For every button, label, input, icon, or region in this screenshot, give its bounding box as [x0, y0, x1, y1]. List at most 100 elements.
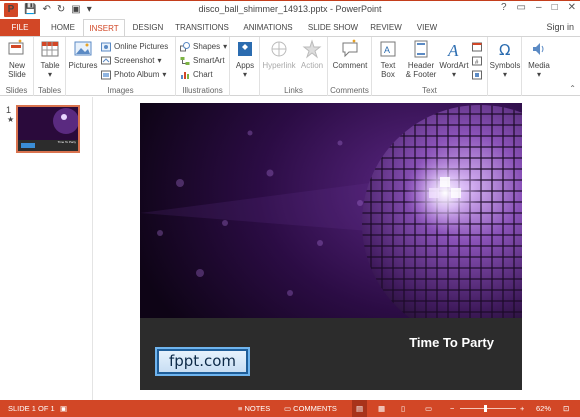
symbols-label: Symbols — [489, 61, 521, 70]
tab-slide-show[interactable]: SLIDE SHOW — [304, 19, 362, 36]
maximize-button[interactable]: □ — [552, 2, 558, 13]
spellcheck-icon[interactable]: ▣ — [60, 400, 67, 417]
slide-show-button[interactable]: ▭ — [425, 400, 432, 417]
wordart-button[interactable]: A WordArt ▾ — [438, 39, 470, 79]
group-links: Hyperlink Action Links — [260, 37, 328, 96]
text-box-icon: A — [380, 41, 396, 57]
comments-icon: ▭ — [284, 404, 294, 413]
hyperlink-button[interactable]: Hyperlink — [262, 39, 296, 70]
screenshot-button[interactable]: Screenshot ▾ — [101, 54, 161, 67]
text-box-label-2: Box — [381, 70, 395, 79]
text-box-label: Text — [380, 61, 396, 70]
fit-slide-button[interactable]: ⊡ — [563, 400, 569, 417]
header-footer-label-2: & Footer — [405, 70, 437, 79]
date-time-button[interactable] — [472, 40, 482, 53]
group-symbols: Ω Symbols ▾ — [488, 37, 522, 96]
action-button[interactable]: Action — [298, 39, 326, 70]
reading-view-button[interactable]: ▯ — [401, 400, 405, 417]
collapse-ribbon-icon[interactable]: ⌃ — [569, 84, 576, 93]
tab-insert[interactable]: INSERT — [83, 19, 125, 37]
tab-file[interactable]: FILE — [0, 19, 40, 36]
tab-view[interactable]: VIEW — [410, 19, 444, 36]
animation-star-icon: ★ — [7, 115, 15, 124]
tab-animations[interactable]: ANIMATIONS — [236, 19, 300, 36]
window-controls: ? ▭ – □ ✕ — [501, 2, 576, 13]
group-slides: New Slide Slides — [0, 37, 34, 96]
slide-count: SLIDE 1 OF 1 — [8, 404, 55, 413]
chart-icon — [181, 71, 189, 79]
header-footer-label: Header — [407, 61, 435, 70]
table-label: Table — [40, 61, 60, 70]
new-slide-button[interactable]: New Slide — [2, 39, 32, 79]
sign-in-link[interactable]: Sign in — [546, 19, 574, 36]
tab-review[interactable]: REVIEW — [366, 19, 406, 36]
group-text: A Text Box Header & Footer A WordArt ▾ # … — [372, 37, 488, 96]
group-media: Media ▾ — [522, 37, 556, 96]
photo-album-button[interactable]: Photo Album ▾ — [101, 68, 166, 81]
object-button[interactable] — [472, 68, 482, 81]
screenshot-icon — [101, 56, 111, 64]
slide-sorter-button[interactable]: ▦ — [378, 400, 385, 417]
text-box-button[interactable]: A Text Box — [374, 39, 402, 79]
comment-icon — [342, 39, 358, 58]
group-label-slides: Slides — [5, 86, 28, 95]
group-label-links: Links — [284, 86, 303, 95]
svg-text:A: A — [384, 45, 390, 55]
status-bar: SLIDE 1 OF 1 ▣ ≡ NOTES ▭ COMMENTS ▤ ▦ ▯ … — [0, 400, 580, 417]
header-footer-button[interactable]: Header & Footer — [404, 39, 438, 79]
slide-thumbnail[interactable]: Time To Party — [16, 105, 80, 153]
shapes-label: Shapes — [193, 42, 221, 51]
tab-transitions[interactable]: TRANSITIONS — [170, 19, 234, 36]
tab-design[interactable]: DESIGN — [128, 19, 168, 36]
slide-number: 1 — [6, 105, 12, 115]
tab-home[interactable]: HOME — [43, 19, 83, 36]
new-slide-label-2: Slide — [8, 70, 26, 79]
comment-button[interactable]: Comment — [331, 39, 369, 70]
symbols-button[interactable]: Ω Symbols ▾ — [489, 39, 521, 79]
photo-album-label: Photo Album — [114, 70, 160, 79]
ribbon-display-button[interactable]: ▭ — [517, 2, 526, 13]
group-label-comments: Comments — [330, 86, 369, 95]
wordart-label: WordArt — [439, 61, 469, 70]
apps-button[interactable]: Apps ▾ — [233, 39, 257, 79]
help-button[interactable]: ? — [501, 2, 507, 13]
table-button[interactable]: Table ▾ — [37, 39, 63, 79]
smartart-button[interactable]: SmartArt — [180, 54, 225, 67]
pictures-icon — [74, 41, 92, 56]
comments-button[interactable]: ▭ COMMENTS — [284, 400, 337, 417]
zoom-in-button[interactable]: + — [520, 400, 524, 417]
smartart-label: SmartArt — [193, 56, 225, 65]
photo-album-icon — [101, 70, 111, 79]
zoom-out-button[interactable]: − — [450, 400, 454, 417]
wordart-icon: A — [447, 41, 459, 59]
group-label-illustrations: Illustrations — [182, 86, 223, 95]
pictures-button[interactable]: Pictures — [68, 39, 98, 70]
apps-label: Apps — [235, 61, 255, 70]
online-pictures-button[interactable]: Online Pictures — [101, 40, 168, 53]
window-title: disco_ball_shimmer_14913.pptx - PowerPoi… — [198, 4, 382, 14]
thumbnail-caption: Time To Party — [57, 140, 76, 144]
close-button[interactable]: ✕ — [568, 2, 576, 13]
comments-label: COMMENTS — [293, 404, 337, 413]
normal-view-button[interactable]: ▤ — [352, 400, 368, 417]
notes-button[interactable]: ≡ NOTES — [238, 400, 270, 417]
slide-thumbnail-pane: 1 ★ Time To Party — [0, 97, 93, 400]
slide-canvas[interactable]: Time To Party fppt.com — [140, 103, 522, 390]
svg-text:A: A — [447, 41, 459, 59]
table-icon — [41, 41, 59, 57]
title-bar: P 💾 ↶ ↻ ▣ ▾ disco_ball_shimmer_14913.ppt… — [0, 0, 580, 19]
zoom-slider-handle[interactable] — [484, 405, 487, 412]
shapes-button[interactable]: Shapes ▾ — [180, 40, 227, 53]
minimize-button[interactable]: – — [536, 2, 542, 13]
zoom-slider[interactable] — [460, 408, 516, 409]
slide-number-button[interactable]: # — [472, 54, 482, 67]
thumbnail-preview — [18, 107, 78, 151]
zoom-level[interactable]: 62% — [536, 400, 551, 417]
slide-headline[interactable]: Time To Party — [409, 335, 494, 350]
media-button[interactable]: Media ▾ — [523, 39, 555, 79]
group-label-tables: Tables — [37, 86, 62, 95]
apps-icon — [238, 42, 252, 56]
chart-button[interactable]: Chart — [180, 68, 213, 81]
fppt-logo[interactable]: fppt.com — [155, 347, 250, 376]
slide-number-icon: # — [472, 56, 482, 66]
